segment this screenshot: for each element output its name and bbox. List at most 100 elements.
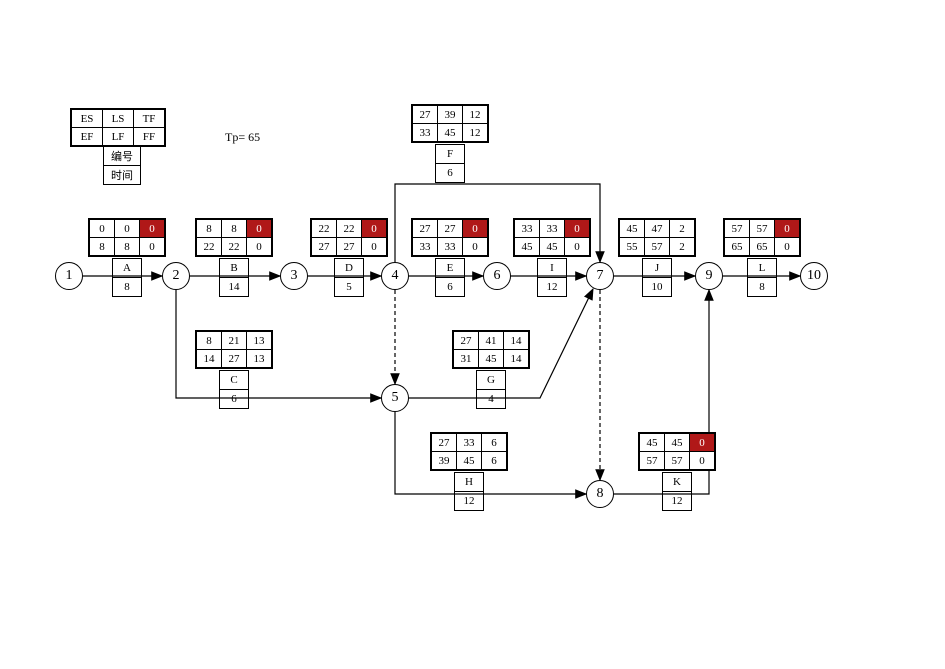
es: 57 xyxy=(725,220,750,238)
activity-tail-H: H12 xyxy=(454,472,484,511)
node-1: 1 xyxy=(55,262,83,290)
ff: 0 xyxy=(247,238,272,256)
es: 27 xyxy=(432,434,457,452)
act-time: 6 xyxy=(436,278,465,297)
lf: 45 xyxy=(438,124,463,142)
act-name: L xyxy=(748,259,777,278)
act-time: 6 xyxy=(220,390,249,409)
ef: 27 xyxy=(312,238,337,256)
legend-lf: LF xyxy=(103,128,134,146)
es: 8 xyxy=(197,220,222,238)
act-time: 12 xyxy=(663,492,692,511)
ef: 55 xyxy=(620,238,645,256)
ff: 0 xyxy=(140,238,165,256)
tf: 12 xyxy=(463,106,488,124)
legend-tail: 编号 时间 xyxy=(103,146,141,185)
node-10: 10 xyxy=(800,262,828,290)
lf: 45 xyxy=(457,452,482,470)
legend-ff: FF xyxy=(134,128,165,146)
activity-box-D: 2222027270 xyxy=(310,218,388,257)
act-name: K xyxy=(663,473,692,492)
ls: 57 xyxy=(750,220,775,238)
ff: 13 xyxy=(247,350,272,368)
activity-box-L: 5757065650 xyxy=(723,218,801,257)
act-name: D xyxy=(335,259,364,278)
node-5: 5 xyxy=(381,384,409,412)
activity-box-H: 2733639456 xyxy=(430,432,508,471)
activity-tail-D: D5 xyxy=(334,258,364,297)
ls: 21 xyxy=(222,332,247,350)
node-3: 3 xyxy=(280,262,308,290)
legend-ls: LS xyxy=(103,110,134,128)
act-time: 12 xyxy=(455,492,484,511)
ef: 31 xyxy=(454,350,479,368)
activity-tail-E: E6 xyxy=(435,258,465,297)
act-time: 4 xyxy=(477,390,506,409)
activity-tail-C: C6 xyxy=(219,370,249,409)
tf: 2 xyxy=(670,220,695,238)
act-time: 10 xyxy=(643,278,672,297)
node-4: 4 xyxy=(381,262,409,290)
lf: 45 xyxy=(540,238,565,256)
act-name: B xyxy=(220,259,249,278)
lf: 57 xyxy=(645,238,670,256)
activity-tail-F: F6 xyxy=(435,144,465,183)
es: 22 xyxy=(312,220,337,238)
act-name: G xyxy=(477,371,506,390)
ef: 57 xyxy=(640,452,665,470)
act-name: F xyxy=(436,145,465,164)
act-name: C xyxy=(220,371,249,390)
lf: 57 xyxy=(665,452,690,470)
tf: 0 xyxy=(775,220,800,238)
ef: 33 xyxy=(413,124,438,142)
lf: 45 xyxy=(479,350,504,368)
tp-label: Tp= 65 xyxy=(225,130,260,145)
es: 45 xyxy=(640,434,665,452)
act-name: J xyxy=(643,259,672,278)
ef: 14 xyxy=(197,350,222,368)
node-2: 2 xyxy=(162,262,190,290)
tf: 0 xyxy=(463,220,488,238)
tf: 14 xyxy=(504,332,529,350)
act-time: 5 xyxy=(335,278,364,297)
es: 27 xyxy=(413,220,438,238)
es: 33 xyxy=(515,220,540,238)
lf: 8 xyxy=(115,238,140,256)
es: 27 xyxy=(413,106,438,124)
ls: 22 xyxy=(337,220,362,238)
ls: 47 xyxy=(645,220,670,238)
ef: 22 xyxy=(197,238,222,256)
ef: 65 xyxy=(725,238,750,256)
ff: 14 xyxy=(504,350,529,368)
tf: 6 xyxy=(482,434,507,452)
tf: 0 xyxy=(140,220,165,238)
ff: 0 xyxy=(565,238,590,256)
ls: 8 xyxy=(222,220,247,238)
tf: 13 xyxy=(247,332,272,350)
ff: 6 xyxy=(482,452,507,470)
activity-box-E: 2727033330 xyxy=(411,218,489,257)
legend-es: ES xyxy=(72,110,103,128)
ef: 45 xyxy=(515,238,540,256)
tf: 0 xyxy=(565,220,590,238)
activity-tail-I: I12 xyxy=(537,258,567,297)
ef: 39 xyxy=(432,452,457,470)
tf: 0 xyxy=(690,434,715,452)
node-7: 7 xyxy=(586,262,614,290)
es: 45 xyxy=(620,220,645,238)
act-name: A xyxy=(113,259,142,278)
activity-tail-K: K12 xyxy=(662,472,692,511)
node-8: 8 xyxy=(586,480,614,508)
ls: 27 xyxy=(438,220,463,238)
ff: 0 xyxy=(463,238,488,256)
ls: 33 xyxy=(540,220,565,238)
activity-tail-G: G4 xyxy=(476,370,506,409)
ff: 12 xyxy=(463,124,488,142)
activity-box-C: 82113142713 xyxy=(195,330,273,369)
ff: 0 xyxy=(775,238,800,256)
activity-tail-B: B14 xyxy=(219,258,249,297)
node-9: 9 xyxy=(695,262,723,290)
lf: 33 xyxy=(438,238,463,256)
ls: 0 xyxy=(115,220,140,238)
act-time: 14 xyxy=(220,278,249,297)
